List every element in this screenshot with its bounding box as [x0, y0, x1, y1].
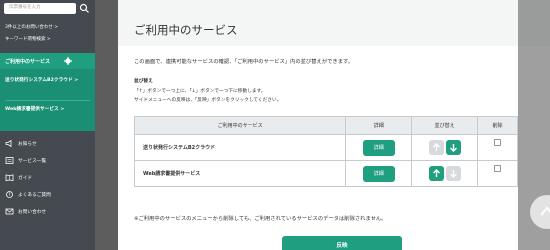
column-header-service: ご利用中のサービス — [133, 116, 347, 135]
service-name: Web請求書提供サービス — [133, 160, 347, 187]
sidebar-item-label: お問い合わせ — [18, 210, 47, 215]
intro-text: この画面で、連携可能なサービスの確認、「ご利用中のサービス」内の並び替えができま… — [134, 59, 354, 65]
arrow-up-icon — [432, 143, 440, 151]
arrow-down-icon — [449, 144, 457, 152]
tracking-number-input[interactable]: 伝票番号を入力 — [4, 3, 76, 14]
sidebar-item-label: サービス一覧 — [18, 159, 47, 164]
chevron-up-icon — [540, 206, 550, 216]
sidebar-item-web-invoice[interactable]: Web請求書提供サービス > — [5, 106, 91, 113]
sidebar-item-label: ガイド — [18, 176, 33, 181]
column-header-delete: 削除 — [477, 116, 518, 135]
list-icon — [5, 157, 14, 164]
arrow-down-icon — [449, 170, 457, 178]
sidebar-item-label: お知らせ — [18, 142, 37, 147]
sidebar-link-bulk-inquiry[interactable]: 3件以上のお問い合わせ > — [5, 24, 58, 30]
delete-checkbox[interactable] — [494, 138, 502, 146]
column-header-sort: 並び替え — [411, 116, 479, 135]
sidebar-item-b2-cloud[interactable]: 送り状発行システムB2クラウド > — [5, 77, 87, 84]
sidebar-item-service-list[interactable]: サービス一覧 — [5, 157, 46, 164]
sidebar-item-faq[interactable]: ? よくあるご質問 — [5, 191, 51, 198]
sort-instruction: サイドメニューへの反映は、「反映」ボタンをクリックしてください。 — [134, 98, 282, 103]
page-title: ご利用中のサービス — [134, 23, 238, 37]
guide-icon — [5, 174, 14, 181]
sidebar-section-label: ご利用中のサービス — [5, 59, 51, 65]
sidebar-item-contact[interactable]: お問い合わせ — [5, 208, 46, 215]
sidebar: 伝票番号を入力 3件以上のお問い合わせ > キーワード荷物検索 > ご利用中のサ… — [0, 0, 95, 250]
speaker-icon — [5, 140, 12, 147]
gear-icon[interactable] — [64, 57, 72, 65]
sidebar-divider — [5, 100, 90, 101]
main-panel: ご利用中のサービス この画面で、連携可能なサービスの確認、「ご利用中のサービス」… — [118, 0, 550, 250]
table-row: Web請求書提供サービス 詳細 — [133, 160, 518, 187]
sidebar-link-keyword-search[interactable]: キーワード荷物検索 > — [5, 36, 51, 42]
detail-button[interactable]: 詳細 — [362, 165, 395, 182]
search-icon[interactable] — [79, 3, 90, 14]
move-up-button[interactable] — [428, 140, 444, 155]
arrow-up-icon — [432, 169, 440, 177]
detail-button[interactable]: 詳細 — [362, 139, 395, 156]
column-header-detail: 詳細 — [345, 116, 413, 135]
apply-button[interactable]: 反映 — [282, 236, 402, 250]
tracking-number-placeholder: 伝票番号を入力 — [9, 5, 41, 10]
services-table: ご利用中のサービス 詳細 並び替え 削除 送り状発行システムB2クラウド 詳細 — [133, 116, 518, 187]
sidebar-item-label: よくあるご質問 — [18, 193, 51, 198]
move-up-button[interactable] — [428, 166, 444, 181]
table-header-row: ご利用中のサービス 詳細 並び替え 削除 — [133, 116, 518, 135]
sidebar-section-active-services[interactable]: ご利用中のサービス — [0, 53, 95, 69]
sidebar-item-guide[interactable]: ガイド — [5, 174, 32, 181]
deletion-note: ※ご利用中のサービスのメニューから削除しても、ご利用されているサービスのデータは… — [134, 216, 387, 222]
sort-heading: 並び替え — [134, 79, 153, 84]
sidebar-item-news[interactable]: お知らせ — [5, 140, 37, 147]
sidebar-active-services-list: 送り状発行システムB2クラウド > Web請求書提供サービス > — [0, 69, 95, 131]
mail-icon — [5, 208, 14, 215]
table-row: 送り状発行システムB2クラウド 詳細 — [133, 134, 518, 161]
move-down-button[interactable] — [445, 166, 461, 181]
delete-checkbox[interactable] — [494, 164, 502, 172]
move-down-button[interactable] — [445, 140, 461, 155]
help-icon: ? — [6, 191, 13, 198]
sort-instruction: 「↑」ボタンで一つ上に、「↓」ボタンで一つ下に移動します。 — [134, 89, 266, 94]
service-name: 送り状発行システムB2クラウド — [133, 134, 347, 161]
